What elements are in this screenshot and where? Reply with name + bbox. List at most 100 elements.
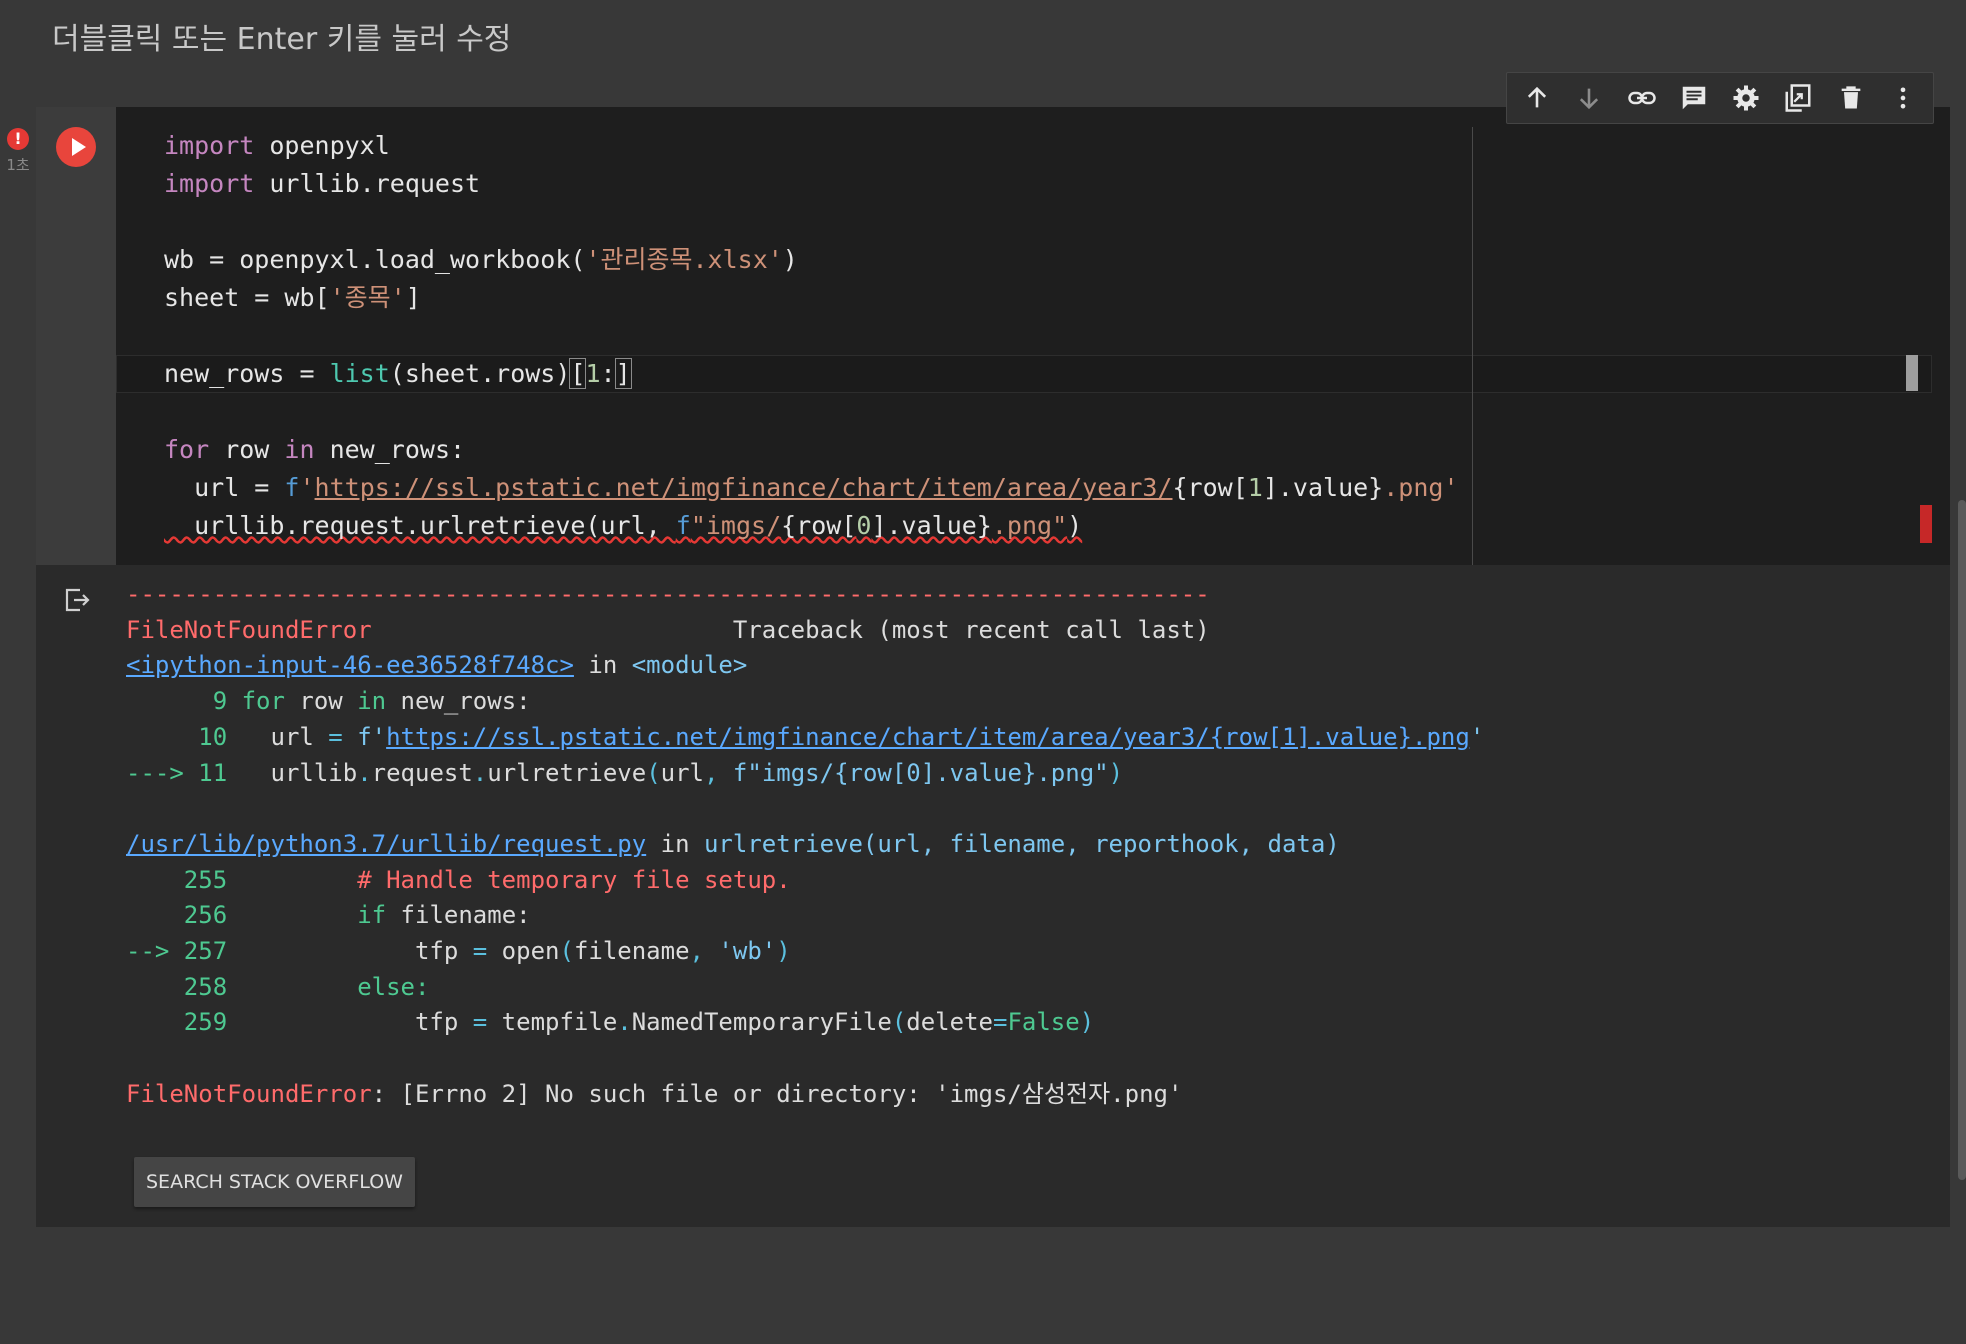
output-token: 255	[126, 865, 242, 894]
output-token: .	[472, 758, 488, 787]
code-token: openpyxl	[254, 131, 390, 160]
output-token: for	[241, 687, 285, 716]
output-token: =	[328, 722, 343, 751]
output-token: )	[776, 937, 791, 966]
traceback-url-link[interactable]: https://ssl.pstatic.net/imgfinance/chart…	[386, 723, 1470, 751]
output-token: in	[573, 651, 632, 680]
output-token: delete	[906, 1008, 993, 1037]
output-token: # Handle temporary file setup.	[241, 865, 791, 894]
code-token: import	[164, 169, 255, 198]
error-output: ----------------------------------------…	[126, 577, 1484, 1113]
output-token: (	[891, 1008, 907, 1037]
output-token: (	[559, 937, 574, 966]
output-token: =	[992, 1008, 1008, 1037]
arrow-down-icon[interactable]	[1569, 78, 1609, 118]
output-token: .	[357, 758, 372, 787]
error-badge-icon: !	[7, 128, 29, 150]
output-token: )	[1079, 1008, 1095, 1037]
link-icon[interactable]	[1622, 78, 1662, 118]
markdown-edit-hint[interactable]: 더블클릭 또는 Enter 키를 눌러 수정	[52, 14, 511, 58]
output-token: FileNotFoundError	[126, 1079, 372, 1108]
editor-scrollbar-thumb[interactable]	[1906, 355, 1918, 391]
more-vert-icon[interactable]	[1883, 78, 1923, 118]
code-token: .png"	[991, 511, 1068, 540]
output-token: url	[241, 722, 329, 751]
code-token: ].value}	[871, 511, 992, 540]
code-cell[interactable]: import openpyxl import urllib.request wb…	[36, 107, 1950, 1227]
output-token: ,	[689, 937, 704, 966]
code-token: new_rows:	[314, 435, 466, 464]
code-token: row	[209, 435, 285, 464]
output-token: urlretrieve	[487, 758, 647, 787]
mirror-cell-icon[interactable]	[1778, 78, 1818, 118]
output-token: open	[487, 937, 560, 966]
code-token: import	[164, 131, 255, 160]
output-token: tfp	[241, 937, 473, 966]
cell-status: ! 1초	[0, 126, 36, 175]
code-token: (sheet.rows)	[389, 359, 571, 388]
arrow-up-icon[interactable]	[1517, 78, 1557, 118]
output-token: f'	[342, 722, 387, 751]
output-token: FileNotFoundError	[126, 615, 372, 644]
output-token: 259	[126, 1008, 242, 1037]
traceback-file-link[interactable]: /usr/lib/python3.7/urllib/request.py	[126, 830, 646, 858]
code-token: wb = openpyxl.load_workbook(	[164, 245, 586, 274]
execution-time: 1초	[6, 156, 30, 174]
traceback-input-link[interactable]: <ipython-input-46-ee36528f748c>	[126, 651, 574, 679]
output-token: False	[1007, 1008, 1080, 1037]
cell-gutter	[36, 107, 116, 565]
code-token: ]	[405, 283, 421, 312]
output-token: filename	[573, 937, 690, 966]
output-token: (	[646, 758, 661, 787]
code-token: https://ssl.pstatic.net/imgfinance/chart…	[314, 473, 1173, 502]
output-token: tfp	[241, 1008, 473, 1037]
output-token: 10	[126, 722, 242, 751]
output-clear-icon[interactable]	[62, 585, 92, 615]
cell-toolbar	[1506, 72, 1934, 124]
code-token: {row[	[781, 511, 857, 540]
code-token: in	[284, 435, 315, 464]
gear-icon[interactable]	[1726, 78, 1766, 118]
code-token: '종목'	[329, 283, 406, 312]
code-text[interactable]: import openpyxl import urllib.request wb…	[164, 127, 1459, 545]
comment-icon[interactable]	[1674, 78, 1714, 118]
output-token: =	[472, 937, 488, 966]
output-token: =	[472, 1008, 488, 1037]
output-token: filename:	[386, 901, 531, 930]
output-token: 256	[126, 901, 242, 930]
output-token: '	[1469, 722, 1485, 751]
output-token: NamedTemporaryFile	[631, 1008, 892, 1037]
output-token: in	[646, 829, 704, 858]
output-token: else:	[241, 972, 430, 1001]
output-token: urllib	[241, 758, 358, 787]
output-token: row	[284, 687, 358, 716]
output-token: : [Errno 2] No such file or directory: '…	[371, 1079, 1183, 1108]
output-token: )	[1108, 758, 1124, 787]
code-token: :	[600, 359, 616, 388]
code-token: {row[	[1172, 473, 1248, 502]
code-token: ]	[614, 358, 632, 389]
output-token: .	[617, 1008, 632, 1037]
output-token: ---> 11	[126, 758, 242, 787]
code-token: for	[164, 435, 210, 464]
code-token: )	[1067, 511, 1083, 540]
output-token: f"imgs/{row[0].value}.png"	[718, 758, 1109, 787]
line-length-ruler	[1472, 127, 1473, 565]
code-token: [	[569, 358, 587, 389]
run-cell-button[interactable]	[56, 127, 96, 167]
code-editor[interactable]: import openpyxl import urllib.request wb…	[116, 107, 1950, 565]
output-token: 9	[126, 687, 242, 716]
output-token: ,	[704, 758, 719, 787]
play-icon	[71, 138, 86, 156]
code-token: .png'	[1383, 473, 1459, 502]
output-token: ----------------------------------------…	[126, 580, 1210, 608]
output-token: urlretrieve(url, filename, reporthook, d…	[703, 829, 1340, 858]
code-token: )	[782, 245, 798, 274]
trash-icon[interactable]	[1831, 78, 1871, 118]
code-token: 1	[585, 359, 601, 388]
search-stack-overflow-button[interactable]: SEARCH STACK OVERFLOW	[134, 1157, 415, 1207]
page-scrollbar[interactable]	[1958, 500, 1966, 1180]
code-token: '	[299, 473, 315, 502]
code-token: list	[329, 359, 390, 388]
code-token: urllib.request	[254, 169, 481, 198]
